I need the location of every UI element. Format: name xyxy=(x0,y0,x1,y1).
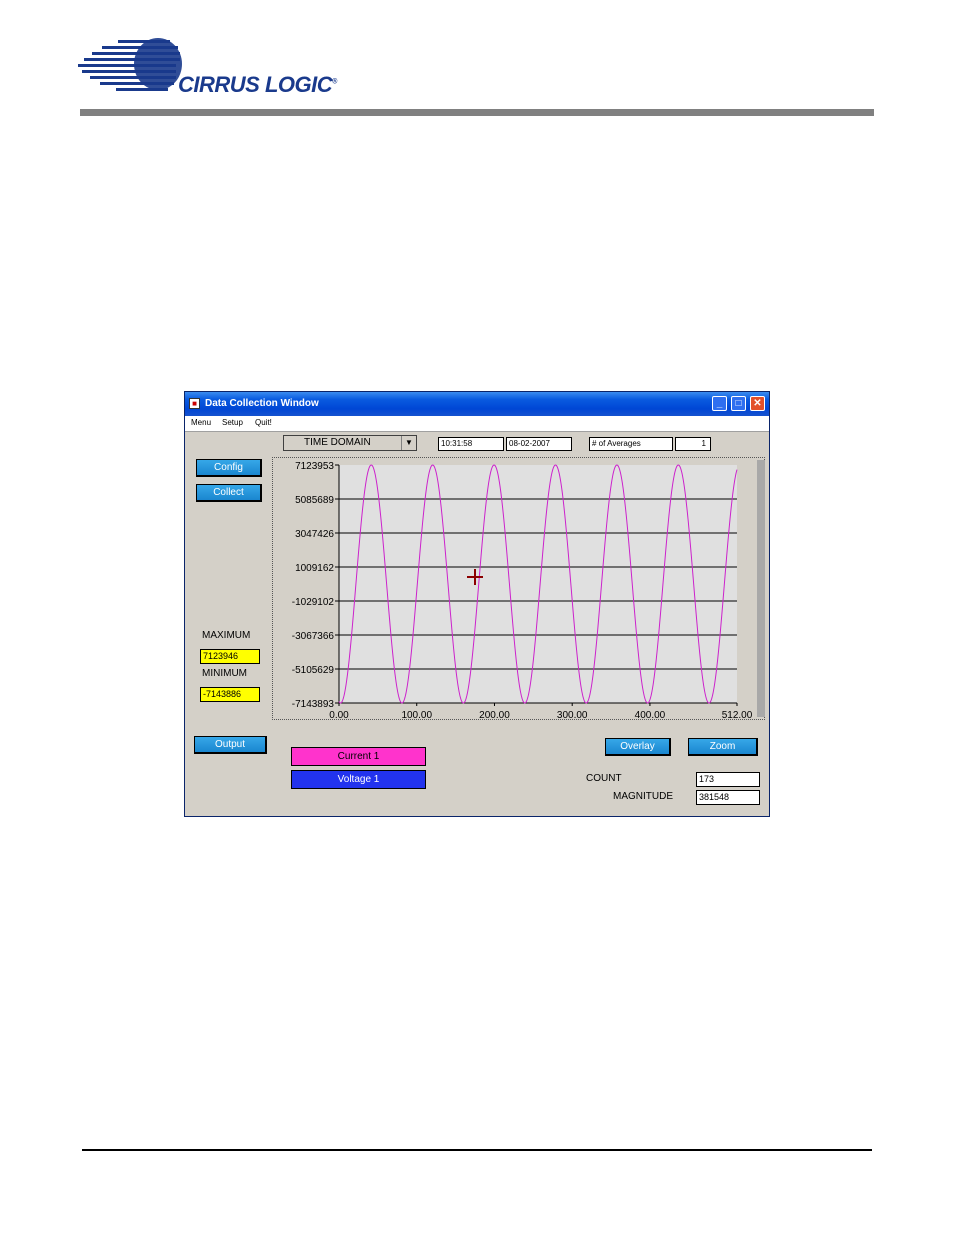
menu-item-setup[interactable]: Setup xyxy=(222,418,243,427)
collect-button[interactable]: Collect xyxy=(196,484,262,502)
y-tick-label: 5085689 xyxy=(295,495,334,506)
footer-rule xyxy=(82,1149,872,1151)
output-button[interactable]: Output xyxy=(194,736,267,754)
data-collection-window: ■ Data Collection Window _ □ ✕ Menu Setu… xyxy=(184,391,770,817)
magnitude-value: 381548 xyxy=(696,790,760,805)
y-tick-label: -7143893 xyxy=(292,699,335,710)
y-tick-label: -1029102 xyxy=(292,597,335,608)
x-tick-label: 400.00 xyxy=(635,710,666,720)
window-title: Data Collection Window xyxy=(205,398,319,409)
domain-select-value: TIME DOMAIN xyxy=(304,437,371,448)
minimize-button[interactable]: _ xyxy=(712,396,727,411)
zoom-button[interactable]: Zoom xyxy=(688,738,758,756)
title-bar[interactable]: ■ Data Collection Window _ □ ✕ xyxy=(185,392,769,416)
x-tick-label: 100.00 xyxy=(401,710,432,720)
plot-scrollbar[interactable] xyxy=(757,460,765,717)
domain-select[interactable]: TIME DOMAIN ▼ xyxy=(283,435,417,451)
date-field: 08-02-2007 xyxy=(506,437,572,451)
time-field: 10:31:58 xyxy=(438,437,504,451)
legend-voltage-1[interactable]: Voltage 1 xyxy=(291,770,426,789)
minimum-value: -7143886 xyxy=(200,687,260,702)
app-icon: ■ xyxy=(189,398,200,409)
y-tick-label: 7123953 xyxy=(295,461,334,472)
x-tick-label: 0.00 xyxy=(329,710,349,720)
overlay-button[interactable]: Overlay xyxy=(605,738,671,756)
config-button[interactable]: Config xyxy=(196,459,262,477)
count-value: 173 xyxy=(696,772,760,787)
averages-label: # of Averages xyxy=(589,437,673,451)
legend-current-1[interactable]: Current 1 xyxy=(291,747,426,766)
brand-name: CIRRUS LOGIC® xyxy=(178,72,337,97)
magnitude-label: MAGNITUDE xyxy=(613,791,673,802)
maximize-button[interactable]: □ xyxy=(731,396,746,411)
y-tick-label: 3047426 xyxy=(295,529,334,540)
menu-item-menu[interactable]: Menu xyxy=(191,418,211,427)
x-tick-label: 512.00 xyxy=(722,710,753,720)
chevron-down-icon[interactable]: ▼ xyxy=(401,436,416,450)
minimum-label: MINIMUM xyxy=(202,668,247,679)
maximum-label: MAXIMUM xyxy=(202,630,251,641)
count-label: COUNT xyxy=(586,773,622,784)
averages-input[interactable]: 1 xyxy=(675,437,711,451)
header-rule xyxy=(80,109,874,116)
close-button[interactable]: ✕ xyxy=(750,396,765,411)
y-tick-label: -5105629 xyxy=(292,665,335,676)
maximum-value: 7123946 xyxy=(200,649,260,664)
y-tick-label: 1009162 xyxy=(295,563,334,574)
menu-item-quit[interactable]: Quit! xyxy=(255,418,272,427)
menu-bar: Menu Setup Quit! xyxy=(185,416,769,432)
x-tick-label: 200.00 xyxy=(479,710,510,720)
time-domain-chart[interactable]: 7123953 5085689 3047426 1009162 -1029102 -306… xyxy=(273,458,757,720)
plot-area xyxy=(339,465,737,703)
x-tick-label: 300.00 xyxy=(557,710,588,720)
y-tick-label: -3067366 xyxy=(292,631,335,642)
